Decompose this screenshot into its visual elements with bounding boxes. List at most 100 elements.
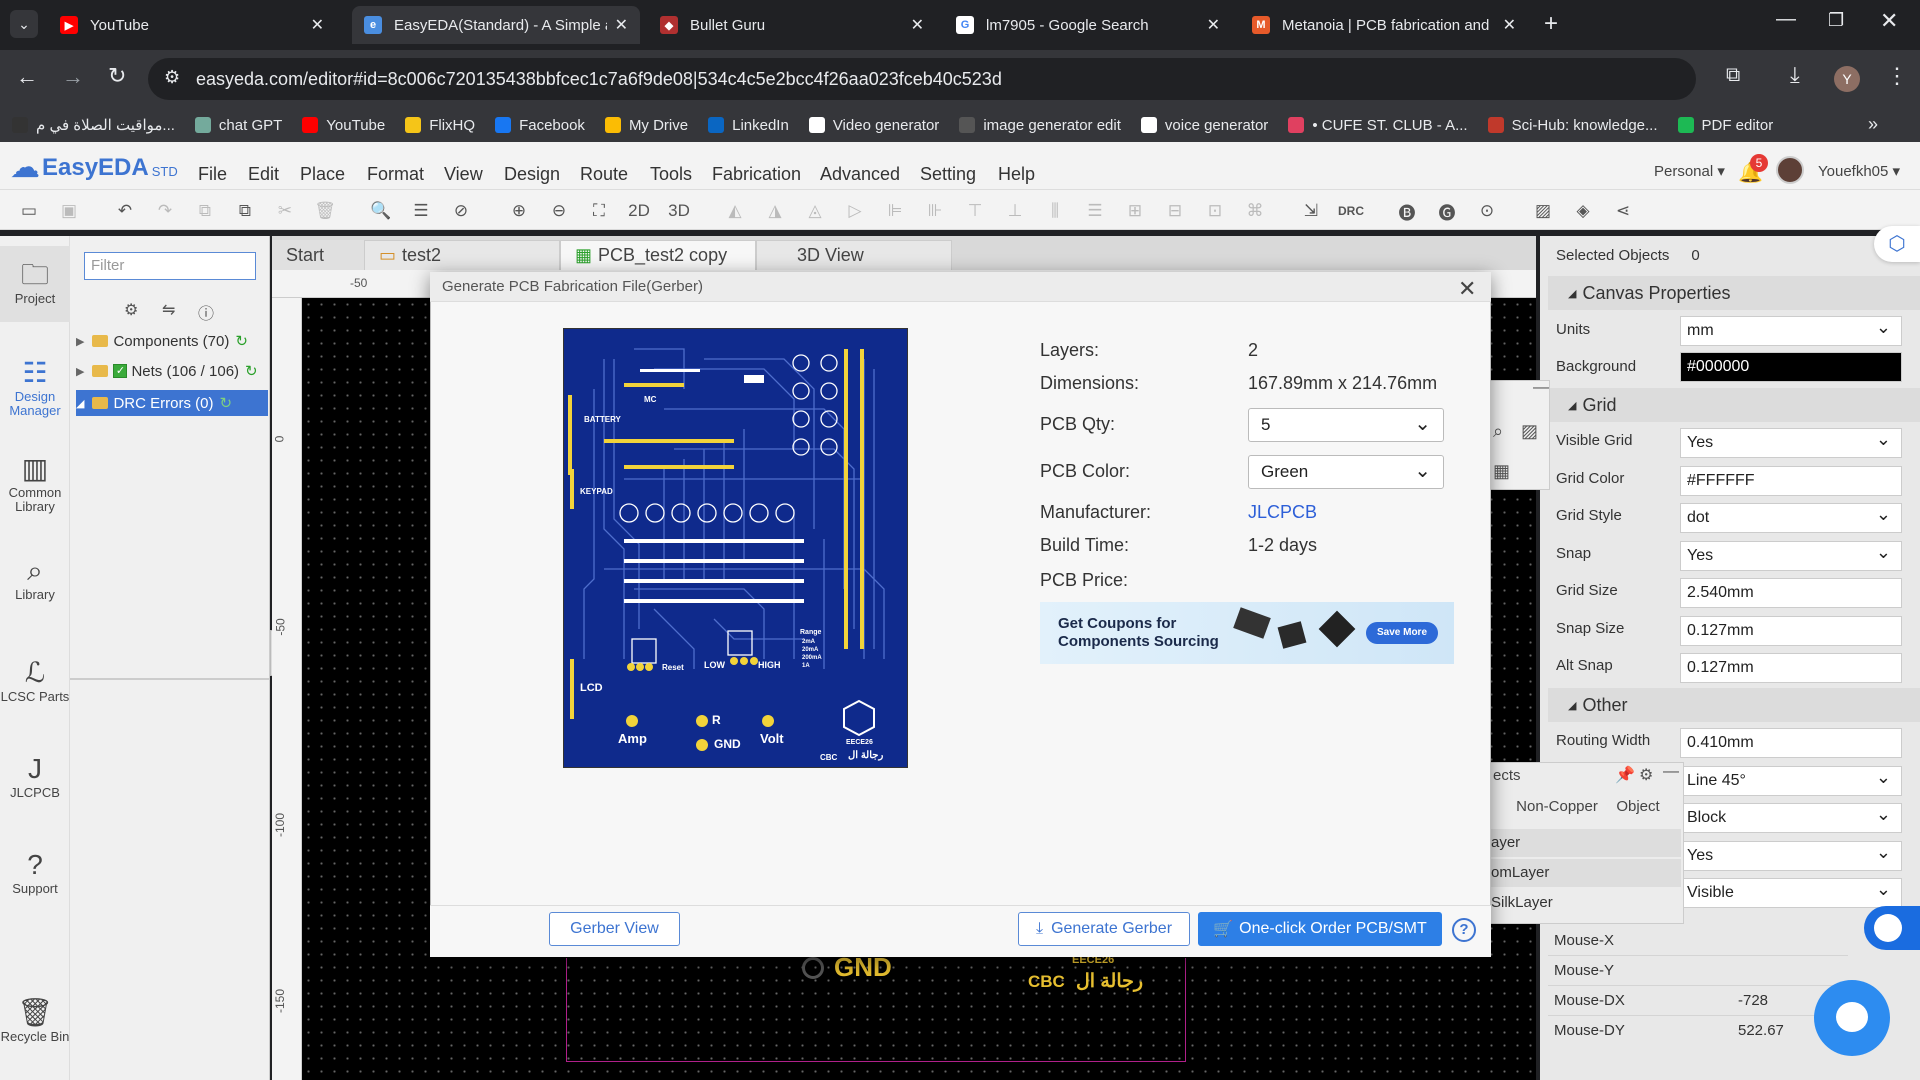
filter-input[interactable]: Filter	[84, 252, 256, 280]
menu-help[interactable]: Help	[998, 164, 1035, 185]
gerber-icon[interactable]: 🅖	[1434, 198, 1460, 224]
camera-icon[interactable]: ⊙	[1474, 198, 1500, 224]
other-header[interactable]: ◢ Other	[1548, 688, 1920, 722]
browser-tab[interactable]: e EasyEDA(Standard) - A Simple a ✕	[352, 6, 640, 44]
layer-row[interactable]: omLayer	[1491, 859, 1681, 887]
bookmark-item[interactable]: Sci-Hub: knowledge...	[1487, 117, 1658, 134]
snap-size-input[interactable]: 0.127mm	[1680, 616, 1902, 646]
info-icon[interactable]: ⓘ	[198, 300, 214, 324]
find-list-icon[interactable]: ☰	[408, 198, 434, 224]
layer-row[interactable]: SilkLayer	[1491, 889, 1681, 917]
new-tab-button[interactable]: +	[1544, 10, 1558, 38]
easyeda-logo[interactable]: ☁ EasyEDA STD	[10, 150, 178, 185]
left-nav-support[interactable]: ? Support	[0, 848, 70, 896]
background-input[interactable]: #000000	[1680, 352, 1902, 382]
expand-icon[interactable]: ▶	[76, 335, 84, 348]
canvas-properties-header[interactable]: ◢ Canvas Properties	[1548, 276, 1920, 310]
menu-format[interactable]: Format	[367, 164, 424, 185]
visible-grid-select[interactable]: Yes	[1680, 428, 1902, 458]
layer-row[interactable]: ayer	[1491, 829, 1681, 857]
expand-icon[interactable]: ◢	[76, 397, 84, 410]
chat-support-button[interactable]	[1814, 980, 1890, 1056]
rotate-left-icon[interactable]: ◭	[722, 198, 748, 224]
zoom-out-icon[interactable]: ⊖	[546, 198, 572, 224]
bookmark-item[interactable]: image generator edit	[959, 117, 1121, 134]
bookmark-item[interactable]: My Drive	[604, 117, 688, 134]
close-tab-icon[interactable]: ✕	[1503, 15, 1516, 35]
menu-fabrication[interactable]: Fabrication	[712, 164, 801, 185]
grid-color-input[interactable]: #FFFFFF	[1680, 466, 1902, 496]
assistant-robot-button[interactable]	[1864, 906, 1920, 950]
bookmark-item[interactable]: LinkedIn	[708, 117, 789, 134]
generate-gerber-button[interactable]: ⤓ Generate Gerber	[1018, 912, 1190, 946]
minimize-icon[interactable]: —	[1533, 379, 1549, 397]
help-icon[interactable]: ?	[1452, 918, 1476, 942]
left-nav-lcsc-parts[interactable]: ℒ LCSC Parts	[0, 656, 70, 704]
bookmark-item[interactable]: voice generator	[1140, 117, 1268, 134]
save-more-button[interactable]: Save More	[1366, 622, 1438, 644]
left-nav-common-library[interactable]: ▥ Common Library	[0, 452, 70, 514]
bookmark-item[interactable]: • CUFE ST. CLUB - A...	[1288, 117, 1468, 134]
routing-mode-select[interactable]: Line 45°	[1680, 766, 1902, 796]
flip-v-icon[interactable]: ▷	[842, 198, 868, 224]
group-icon[interactable]: ⌘	[1242, 198, 1268, 224]
units-select[interactable]: mm	[1680, 316, 1902, 346]
redo-icon[interactable]: ↷	[152, 198, 178, 224]
grid-header[interactable]: ◢ Grid	[1548, 388, 1920, 422]
tree-drc-errors[interactable]: ◢ DRC Errors (0) ↻	[76, 390, 268, 416]
left-nav-design-manager[interactable]: ☷ Design Manager	[0, 356, 70, 418]
view-3d-button[interactable]: 3D	[666, 198, 692, 224]
refresh-icon[interactable]: ↻	[245, 362, 258, 380]
coupon-banner[interactable]: Get Coupons for Components Sourcing Save…	[1040, 602, 1454, 664]
browser-tab[interactable]: ◆ Bullet Guru ✕	[648, 6, 936, 44]
left-nav-project[interactable]: 🗀 Project	[0, 258, 70, 306]
bookmark-item[interactable]: Video generator	[808, 117, 939, 134]
restore-button[interactable]: ❐	[1828, 10, 1844, 31]
one-click-order-button[interactable]: 🛒 One-click Order PCB/SMT	[1198, 912, 1442, 946]
forward-icon[interactable]: →	[62, 64, 84, 90]
components-filter-icon[interactable]: ⚙	[124, 300, 138, 320]
tab-search-button[interactable]: ⌄	[10, 10, 38, 38]
undo-icon[interactable]: ↶	[112, 198, 138, 224]
menu-setting[interactable]: Setting	[920, 164, 976, 185]
bookmark-item[interactable]: PDF editor	[1677, 117, 1773, 134]
menu-tools[interactable]: Tools	[650, 164, 692, 185]
rotate-right-icon[interactable]: ◮	[762, 198, 788, 224]
left-nav-library[interactable]: ⌕ Library	[0, 554, 70, 602]
pcb-color-select[interactable]: Green	[1248, 455, 1444, 489]
browser-menu-icon[interactable]: ⋮	[1886, 63, 1908, 89]
copy-icon[interactable]: ⧉	[192, 198, 218, 224]
left-nav-recycle-bin[interactable]: 🗑 Recycle Bin	[0, 996, 70, 1044]
browser-tab[interactable]: Glm7905 - Google Search ✕	[944, 6, 1232, 44]
distribute-v-icon[interactable]: ⊟	[1162, 198, 1188, 224]
align-top-icon[interactable]: ⊤	[962, 198, 988, 224]
canvas-3d-toggle[interactable]: ⬡	[1874, 226, 1920, 262]
more-bookmarks-icon[interactable]: »	[1868, 114, 1878, 135]
tab-pcb-test2-copy[interactable]: ▦ PCB_test2 copy	[560, 240, 756, 270]
close-tab-icon[interactable]: ✕	[1207, 15, 1220, 35]
refresh-icon[interactable]: ↻	[235, 332, 248, 350]
settings-icon[interactable]: ⚙	[1639, 765, 1653, 785]
menu-file[interactable]: File	[198, 164, 227, 185]
url-input[interactable]: ⚙ easyeda.com/editor#id=8c006c720135438b…	[148, 58, 1696, 100]
bookmark-item[interactable]: مواقيت الصلاة في م...	[12, 116, 175, 134]
zoom-area-icon[interactable]: ⌕	[1493, 421, 1503, 442]
align-center-h-icon[interactable]: ⫼	[1042, 198, 1068, 224]
bookmark-item[interactable]: YouTube	[302, 117, 385, 134]
snap-pad-select[interactable]: Yes	[1680, 841, 1902, 871]
menu-design[interactable]: Design	[504, 164, 560, 185]
layers-icon[interactable]: ◈	[1570, 198, 1596, 224]
site-info-icon[interactable]: ⚙	[164, 67, 180, 88]
user-avatar[interactable]	[1776, 156, 1804, 184]
username-dropdown[interactable]: Youefkh05 ▾	[1818, 162, 1900, 180]
duplicate-icon[interactable]: ⧉	[232, 198, 258, 224]
pcb-qty-select[interactable]: 5	[1248, 408, 1444, 442]
bookmark-item[interactable]: FlixHQ	[405, 117, 475, 134]
menu-edit[interactable]: Edit	[248, 164, 279, 185]
visibility-select[interactable]: Visible	[1680, 878, 1902, 908]
zoom-in-icon[interactable]: ⊕	[506, 198, 532, 224]
tab-3d-view[interactable]: 3D View	[756, 240, 952, 270]
align-grid-icon[interactable]: ⊡	[1202, 198, 1228, 224]
grid-tool-icon[interactable]: ▦	[1493, 461, 1510, 482]
close-window-button[interactable]: ✕	[1880, 8, 1898, 34]
